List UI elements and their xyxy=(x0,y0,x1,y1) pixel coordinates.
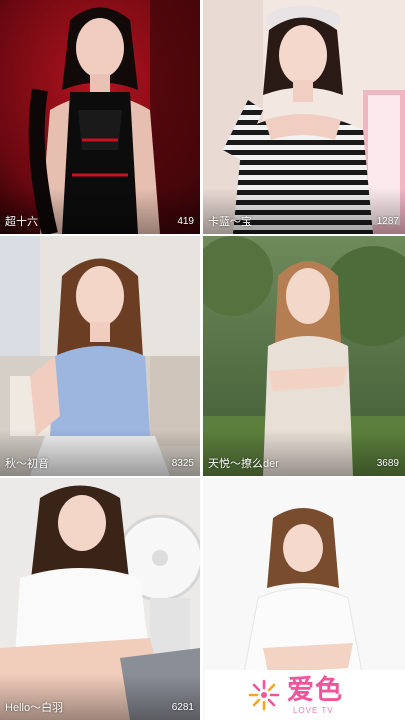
viewer-count: 1287 xyxy=(376,216,399,227)
streamer-card[interactable]: 天悦～撩么der 3689 xyxy=(203,236,405,476)
streamer-name: 秋～初音 xyxy=(5,458,49,470)
streamer-card[interactable]: 秋～初音 8325 xyxy=(0,236,200,476)
streamer-name: 超十六 xyxy=(5,216,38,228)
brand-subtitle: LOVE TV xyxy=(293,706,334,715)
streamer-name: 天悦～撩么der xyxy=(208,458,279,470)
viewer-count: 419 xyxy=(177,216,194,227)
streamer-card[interactable]: Hello～白羽 6281 xyxy=(0,478,200,720)
brand-logo: 爱色 LOVE TV xyxy=(205,670,405,720)
flower-logo-icon xyxy=(248,679,280,711)
viewer-count: 6281 xyxy=(171,702,194,713)
streamer-card[interactable]: 卡蓝～宝 1287 xyxy=(203,0,405,234)
streamer-card[interactable]: 超十六 419 xyxy=(0,0,200,234)
brand-name: 爱色 xyxy=(287,675,343,706)
streamer-grid: 超十六 419 卡蓝～宝 1287 秋～初音 8325 天悦～撩么der 368… xyxy=(0,0,405,720)
viewer-count: 8325 xyxy=(171,458,194,469)
streamer-name: 卡蓝～宝 xyxy=(208,216,252,228)
viewer-count: 3689 xyxy=(376,458,399,469)
streamer-name: Hello～白羽 xyxy=(5,702,64,714)
